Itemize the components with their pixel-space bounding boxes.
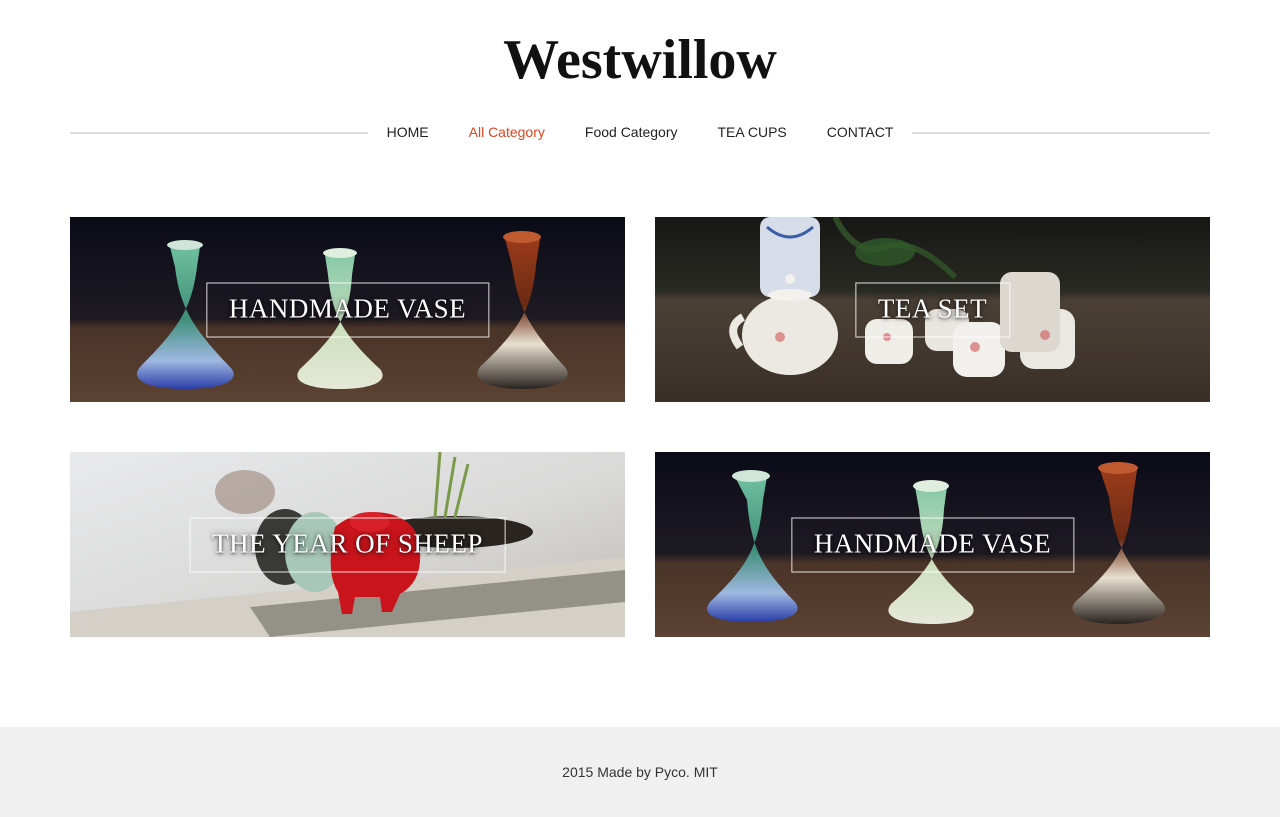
site-title[interactable]: Westwillow (0, 28, 1280, 92)
nav-item-all-category[interactable]: All Category (469, 124, 545, 140)
category-card-handmade-vase-2[interactable]: HANDMADE VASE (655, 452, 1210, 637)
category-title: TEA SET (854, 282, 1011, 337)
category-title: HANDMADE VASE (205, 282, 490, 337)
category-card-tea-set[interactable]: TEA SET (655, 217, 1210, 402)
category-title: HANDMADE VASE (790, 517, 1075, 572)
nav-item-home[interactable]: HOME (387, 124, 429, 140)
main-nav: HOME All Category Food Category TEA CUPS… (70, 120, 1210, 144)
category-card-handmade-vase[interactable]: HANDMADE VASE (70, 217, 625, 402)
footer: 2015 Made by Pyco. MIT (0, 727, 1280, 817)
nav-divider-right (912, 132, 1210, 134)
nav-menu: HOME All Category Food Category TEA CUPS… (368, 120, 912, 144)
nav-item-contact[interactable]: CONTACT (827, 124, 894, 140)
nav-divider-left (70, 132, 368, 134)
footer-credit: 2015 Made by Pyco. MIT (562, 764, 718, 780)
nav-item-food-category[interactable]: Food Category (585, 124, 678, 140)
category-title: THE YEAR OF SHEEP (189, 517, 506, 572)
nav-item-tea-cups[interactable]: TEA CUPS (718, 124, 787, 140)
category-card-year-of-sheep[interactable]: THE YEAR OF SHEEP (70, 452, 625, 637)
